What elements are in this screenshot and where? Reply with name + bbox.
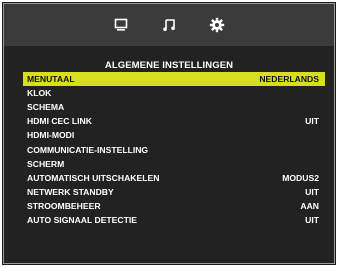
- menu-item-label: SCHERM: [27, 158, 65, 169]
- menu-item-value: NEDERLANDS: [259, 74, 319, 85]
- menu-item-label: AUTOMATISCH UITSCHAKELEN: [27, 172, 160, 183]
- menu-item-label: MENUTAAL: [27, 74, 75, 85]
- menu-item-stroombeheer[interactable]: STROOMBEHEER AAN: [23, 199, 325, 213]
- menu-item-klok[interactable]: KLOK: [23, 86, 325, 100]
- menu-item-value: UIT: [305, 186, 319, 197]
- menu-item-label: NETWERK STANDBY: [27, 186, 114, 197]
- menu-item-auto-signaal-detectie[interactable]: AUTO SIGNAAL DETECTIE UIT: [23, 213, 325, 227]
- menu-item-label: AUTO SIGNAAL DETECTIE: [27, 214, 137, 225]
- menu-item-hdmi-cec-link[interactable]: HDMI CEC LINK UIT: [23, 114, 325, 128]
- menu-item-label: KLOK: [27, 88, 52, 99]
- menu-tab-bar: [4, 4, 334, 46]
- menu-item-schema[interactable]: SCHEMA: [23, 100, 325, 114]
- menu-item-automatisch-uitschakelen[interactable]: AUTOMATISCH UITSCHAKELEN MODUS2: [23, 171, 325, 185]
- menu-item-label: COMMUNICATIE-INSTELLING: [27, 144, 149, 155]
- menu-title: ALGEMENE INSTELLINGEN: [104, 60, 234, 71]
- monitor-icon[interactable]: [110, 14, 132, 36]
- music-note-icon[interactable]: [158, 14, 180, 36]
- menu-item-hdmi-modi[interactable]: HDMI-MODI: [23, 128, 325, 142]
- menu-item-value: UIT: [305, 214, 319, 225]
- menu-item-netwerk-standby[interactable]: NETWERK STANDBY UIT: [23, 185, 325, 199]
- osd-menu: ALGEMENE INSTELLINGEN MENUTAAL NEDERLAND…: [2, 2, 336, 265]
- menu-item-menutaal[interactable]: MENUTAAL NEDERLANDS: [23, 72, 325, 87]
- menu-item-value: UIT: [305, 116, 319, 127]
- menu-item-scherm[interactable]: SCHERM: [23, 157, 325, 171]
- menu-item-label: SCHEMA: [27, 102, 65, 113]
- menu-item-label: STROOMBEHEER: [27, 200, 101, 211]
- gear-icon[interactable]: [206, 14, 228, 36]
- settings-list: MENUTAAL NEDERLANDS KLOK SCHEMA HDMI CEC…: [23, 72, 325, 227]
- menu-item-value: AAN: [300, 200, 319, 211]
- menu-item-value: MODUS2: [282, 172, 319, 183]
- menu-item-label: HDMI-MODI: [27, 130, 75, 141]
- menu-item-label: HDMI CEC LINK: [27, 116, 92, 127]
- menu-item-communicatie-instelling[interactable]: COMMUNICATIE-INSTELLING: [23, 142, 325, 156]
